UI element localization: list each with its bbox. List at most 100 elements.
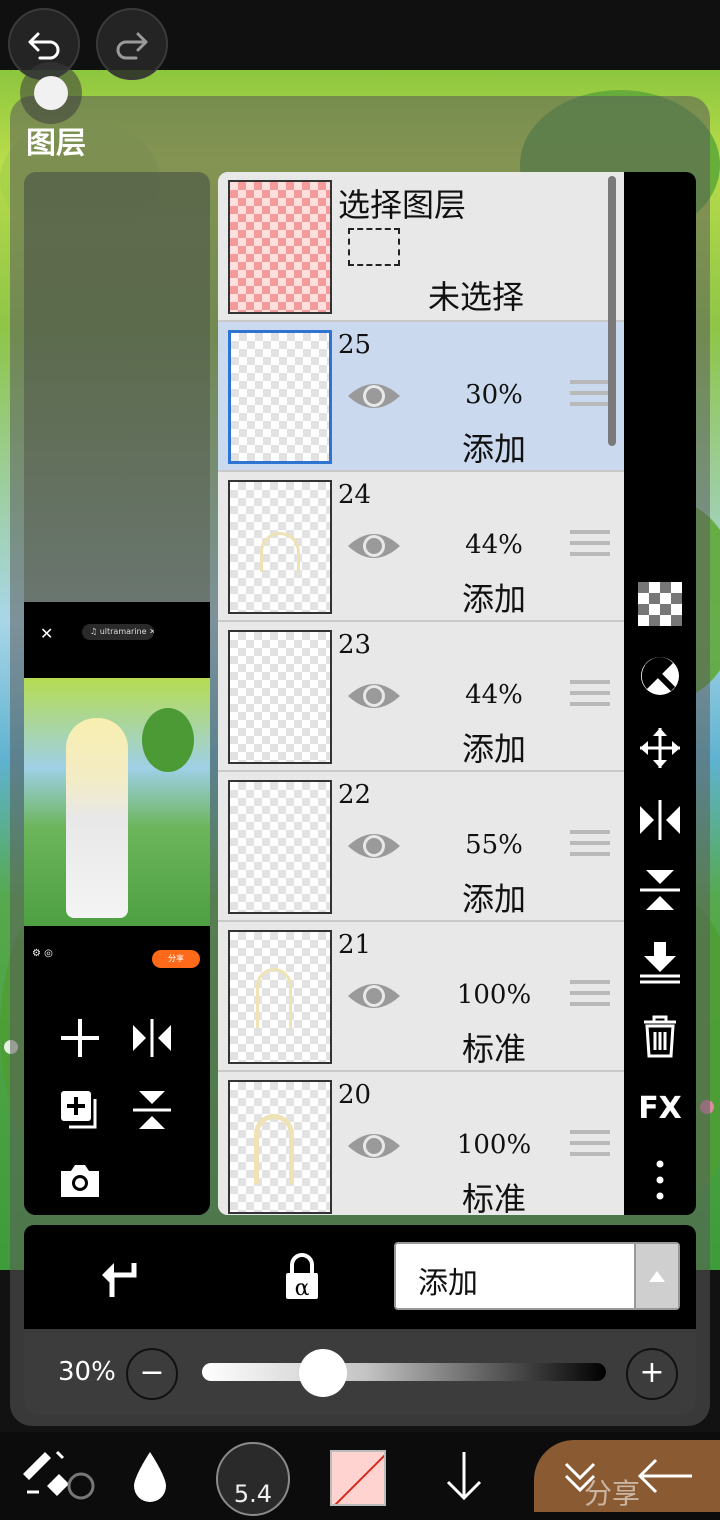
- opacity-bar: 30% − +: [24, 1329, 696, 1415]
- visibility-eye-icon[interactable]: [346, 678, 402, 714]
- brush-cursor-indicator[interactable]: [20, 62, 82, 124]
- flip-vertical-icon: [133, 1091, 171, 1129]
- layer-blend-mode: 添加: [461, 580, 526, 618]
- layer-row[interactable]: 20 100% 标准: [218, 1072, 624, 1215]
- redo-button[interactable]: [96, 8, 168, 80]
- add-layer-button[interactable]: [52, 1010, 108, 1066]
- visibility-eye-icon[interactable]: [346, 1128, 402, 1164]
- layer-thumbnail: [228, 930, 332, 1064]
- visibility-eye-icon[interactable]: [346, 828, 402, 864]
- layer-list[interactable]: 选择图层 未选择 25 30% 添加 24 44% 添加 23 44% 添加 2…: [218, 172, 624, 1215]
- flip-layer-horizontal-button[interactable]: [636, 796, 684, 844]
- layer-number: 20: [338, 1080, 372, 1110]
- drag-handle-icon[interactable]: [570, 380, 610, 410]
- drag-handle-icon[interactable]: [570, 680, 610, 710]
- clipping-arrow-icon: [102, 1263, 137, 1297]
- layer-row[interactable]: 23 44% 添加: [218, 622, 624, 772]
- reference-thumbnail: ✕ ♫ ultramarine ✕ ⚙ ◎ 分享: [24, 606, 210, 1000]
- brush-eraser-icon: [23, 1450, 95, 1500]
- clear-layer-button[interactable]: [636, 652, 684, 700]
- layer-down-button[interactable]: [436, 1440, 492, 1512]
- back-arrow-icon: [637, 1458, 692, 1494]
- flip-vertical-button[interactable]: [124, 1082, 180, 1138]
- undo-icon: [28, 32, 60, 60]
- color-swatch-icon: [334, 1454, 384, 1504]
- drag-handle-icon[interactable]: [570, 1130, 610, 1160]
- layer-blend-mode: 添加: [461, 430, 526, 468]
- color-swatch-button[interactable]: [330, 1450, 386, 1506]
- blend-mode-select[interactable]: 添加: [394, 1242, 680, 1310]
- camera-import-button[interactable]: [52, 1152, 108, 1208]
- thumbnail-image: [24, 678, 210, 926]
- bottom-toolbar: 5.4 分享: [0, 1432, 720, 1520]
- arrow-down-icon: [446, 1452, 482, 1501]
- layer-number: 25: [338, 330, 372, 360]
- opacity-slider-track[interactable]: [202, 1363, 606, 1381]
- layer-list-scrollbar[interactable]: [608, 176, 616, 446]
- flip-horizontal-icon: [640, 800, 680, 840]
- selection-layer-state: 未选择: [428, 278, 525, 316]
- alpha-lock-button[interactable]: α: [270, 1241, 334, 1313]
- layer-blend-mode: 添加: [461, 730, 526, 768]
- duplicate-icon: [61, 1091, 97, 1129]
- clipping-button[interactable]: [88, 1243, 152, 1315]
- fx-label: FX: [638, 1090, 682, 1126]
- fx-filter-button[interactable]: FX: [636, 1084, 684, 1132]
- layer-row[interactable]: 22 55% 添加: [218, 772, 624, 922]
- layer-row[interactable]: 24 44% 添加: [218, 472, 624, 622]
- thumbnail-close-icon: ✕: [40, 624, 54, 643]
- flip-vertical-icon: [640, 870, 680, 910]
- more-vertical-icon: [656, 1160, 664, 1200]
- layer-number: 23: [338, 630, 372, 660]
- layer-number: 21: [338, 930, 372, 960]
- layer-row[interactable]: 25 30% 添加: [218, 322, 624, 472]
- drag-handle-icon[interactable]: [570, 530, 610, 560]
- dropdown-arrow-icon[interactable]: [634, 1244, 678, 1308]
- checkerboard-icon: [638, 582, 682, 626]
- ink-drop-button[interactable]: [122, 1440, 178, 1512]
- flip-layer-vertical-button[interactable]: [636, 866, 684, 914]
- layer-thumbnail: [228, 330, 332, 464]
- brush-size-button[interactable]: 5.4: [216, 1442, 290, 1516]
- flip-horizontal-button[interactable]: [124, 1010, 180, 1066]
- layer-opacity: 55%: [465, 830, 523, 860]
- layer-tools-sidebar: FX: [624, 172, 696, 1215]
- layer-opacity: 44%: [465, 530, 523, 560]
- visibility-eye-icon[interactable]: [346, 378, 402, 414]
- camera-icon: [61, 1165, 99, 1197]
- prohibit-circle-icon: [641, 657, 679, 695]
- delete-layer-button[interactable]: [636, 1012, 684, 1060]
- plus-icon: [61, 1019, 99, 1057]
- opacity-slider-knob[interactable]: [299, 1349, 348, 1397]
- visibility-eye-icon[interactable]: [346, 528, 402, 564]
- layer-row[interactable]: 21 100% 标准: [218, 922, 624, 1072]
- move-arrows-icon: [640, 728, 680, 768]
- brush-eraser-toggle[interactable]: [12, 1440, 102, 1512]
- more-options-button[interactable]: [636, 1156, 684, 1204]
- flip-horizontal-icon: [133, 1019, 171, 1057]
- transparency-grid-button[interactable]: [636, 580, 684, 628]
- visibility-eye-icon[interactable]: [346, 978, 402, 1014]
- thumbnail-settings-icon: ⚙ ◎: [32, 948, 53, 959]
- selection-layer-thumbnail: [228, 180, 332, 314]
- selection-layer-row[interactable]: 选择图层 未选择: [218, 172, 624, 322]
- duplicate-layer-button[interactable]: [52, 1082, 108, 1138]
- alpha-lock-icon: α: [286, 1253, 318, 1301]
- move-layer-button[interactable]: [636, 724, 684, 772]
- layer-number: 24: [338, 480, 372, 510]
- thumbnail-music-pill: ♫ ultramarine ✕: [82, 624, 154, 640]
- layer-thumbnail: [228, 480, 332, 614]
- share-watermark: 分享: [584, 1477, 641, 1510]
- drag-handle-icon[interactable]: [570, 830, 610, 860]
- opacity-increase-button[interactable]: +: [626, 1348, 678, 1400]
- drag-handle-icon[interactable]: [570, 980, 610, 1010]
- opacity-decrease-button[interactable]: −: [126, 1348, 178, 1400]
- trash-icon: [644, 1015, 676, 1058]
- layer-opacity: 44%: [465, 680, 523, 710]
- merge-down-button[interactable]: [636, 938, 684, 986]
- selection-layer-title: 选择图层: [338, 186, 467, 224]
- layer-thumbnail: [228, 1080, 332, 1214]
- layer-blend-mode: 添加: [461, 880, 526, 918]
- layer-thumbnail: [228, 780, 332, 914]
- blend-mode-value: 添加: [418, 1266, 478, 1301]
